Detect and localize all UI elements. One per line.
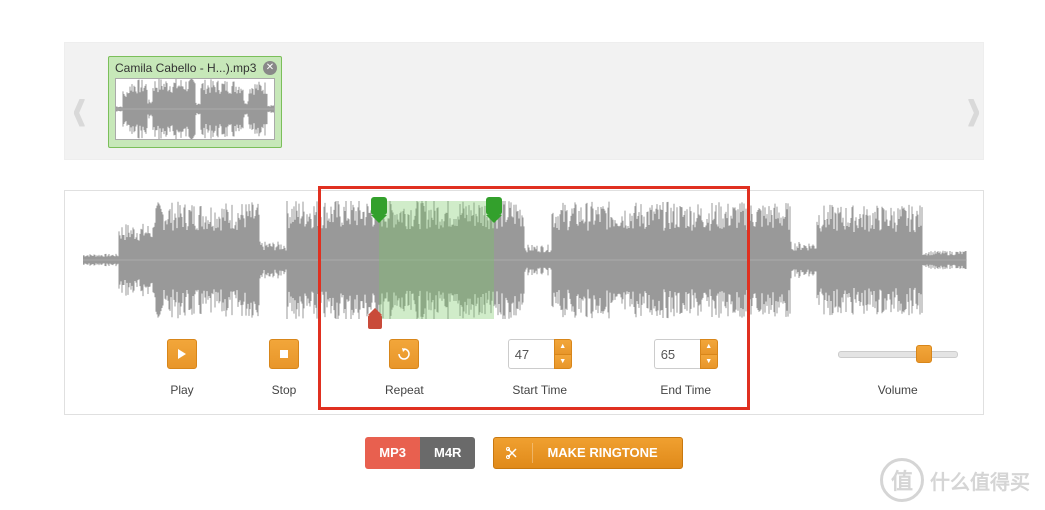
start-time-control: ▲ ▼ Start Time xyxy=(508,339,572,397)
format-toggle: MP3 M4R xyxy=(365,437,475,469)
waveform-area[interactable] xyxy=(83,201,965,319)
play-label: Play xyxy=(170,383,193,397)
selection-end-handle[interactable] xyxy=(486,197,502,215)
controls-row: Play Stop Repeat ▲ ▼ Start Tim xyxy=(65,339,983,409)
end-time-down[interactable]: ▼ xyxy=(700,354,718,370)
volume-thumb[interactable] xyxy=(916,345,932,363)
scissors-icon xyxy=(506,447,518,459)
file-card[interactable]: ✕ Camila Cabello - H...).mp3 xyxy=(108,56,282,148)
make-ringtone-button[interactable]: MAKE RINGTONE xyxy=(493,437,682,469)
end-time-control: ▲ ▼ End Time xyxy=(654,339,718,397)
repeat-label: Repeat xyxy=(385,383,424,397)
file-thumbnail-waveform xyxy=(115,78,275,140)
stop-icon xyxy=(279,349,289,359)
start-time-spinner: ▲ ▼ xyxy=(508,339,572,369)
start-time-label: Start Time xyxy=(512,383,567,397)
waveform-editor: Play Stop Repeat ▲ ▼ Start Tim xyxy=(64,190,984,415)
close-icon[interactable]: ✕ xyxy=(263,61,277,75)
stop-button[interactable] xyxy=(269,339,299,369)
stop-control: Stop xyxy=(269,339,299,397)
play-button[interactable] xyxy=(167,339,197,369)
export-bar: MP3 M4R MAKE RINGTONE xyxy=(64,430,984,475)
repeat-button[interactable] xyxy=(389,339,419,369)
prev-file-arrow[interactable]: ‹ xyxy=(72,69,87,149)
repeat-control: Repeat xyxy=(385,339,424,397)
end-time-up[interactable]: ▲ xyxy=(700,339,718,354)
end-time-spinner: ▲ ▼ xyxy=(654,339,718,369)
start-time-down[interactable]: ▼ xyxy=(554,354,572,370)
repeat-icon xyxy=(398,348,410,360)
play-control: Play xyxy=(167,339,197,397)
format-mp3-button[interactable]: MP3 xyxy=(365,437,420,469)
playhead-marker[interactable] xyxy=(368,315,382,329)
start-time-up[interactable]: ▲ xyxy=(554,339,572,354)
start-time-input[interactable] xyxy=(508,339,554,369)
end-time-input[interactable] xyxy=(654,339,700,369)
play-icon xyxy=(177,349,187,359)
volume-label: Volume xyxy=(878,383,918,397)
format-m4r-button[interactable]: M4R xyxy=(420,437,475,469)
stop-label: Stop xyxy=(272,383,297,397)
selection-range[interactable] xyxy=(379,201,494,319)
end-time-label: End Time xyxy=(660,383,711,397)
next-file-arrow[interactable]: › xyxy=(966,69,981,149)
selection-start-handle[interactable] xyxy=(371,197,387,215)
volume-slider[interactable] xyxy=(838,339,958,369)
file-name: Camila Cabello - H...).mp3 xyxy=(115,61,275,75)
volume-track xyxy=(838,351,958,358)
make-ringtone-label: MAKE RINGTONE xyxy=(547,445,657,460)
volume-control: Volume xyxy=(838,339,958,397)
